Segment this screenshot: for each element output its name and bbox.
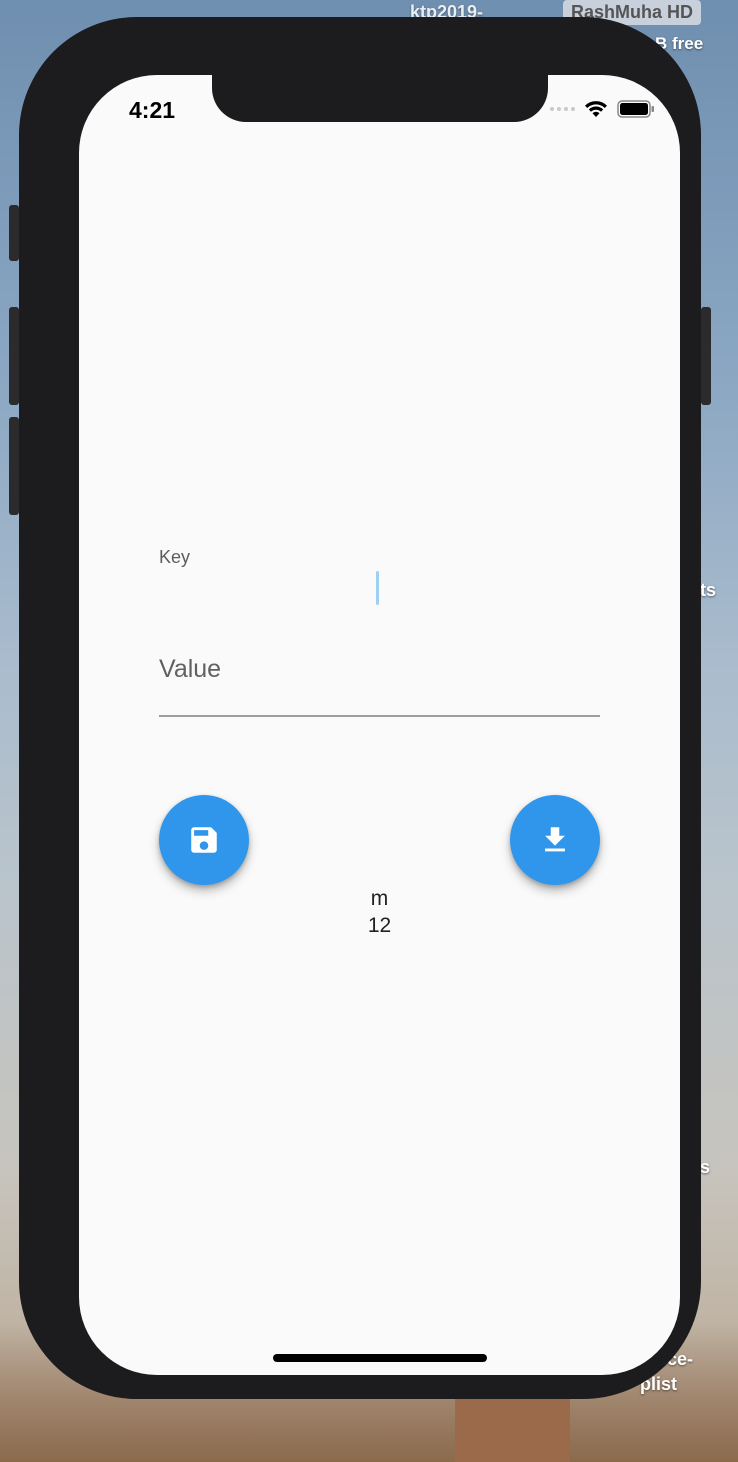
battery-icon: [617, 100, 654, 118]
download-icon: [545, 827, 565, 852]
result-key-text: m: [370, 887, 389, 910]
volume-up-button: [9, 307, 19, 405]
load-button[interactable]: [510, 795, 600, 885]
iphone-simulator: 4:21 Key Value m 12: [9, 17, 711, 1399]
status-time: 4:21: [129, 97, 176, 123]
value-input-placeholder: Value: [159, 655, 222, 683]
home-indicator[interactable]: [273, 1354, 487, 1362]
key-field-label: Key: [159, 547, 191, 567]
desktop-item-label: ts: [700, 580, 717, 600]
status-icons: [550, 99, 655, 119]
notch: [212, 75, 548, 122]
save-icon: [191, 827, 217, 853]
save-button[interactable]: [159, 795, 249, 885]
value-input[interactable]: Value: [159, 645, 600, 717]
result-value-text: 12: [367, 914, 392, 937]
power-button: [701, 307, 711, 405]
wifi-icon: [585, 101, 607, 117]
desktop-background-chimney: [455, 1390, 570, 1462]
app-screen: 4:21 Key Value m 12: [79, 75, 680, 1375]
mute-switch: [9, 205, 19, 261]
volume-down-button: [9, 417, 19, 515]
desktop-item-label: s: [700, 1157, 711, 1177]
key-input-cursor[interactable]: [376, 571, 379, 605]
signal-icon: [550, 107, 575, 111]
